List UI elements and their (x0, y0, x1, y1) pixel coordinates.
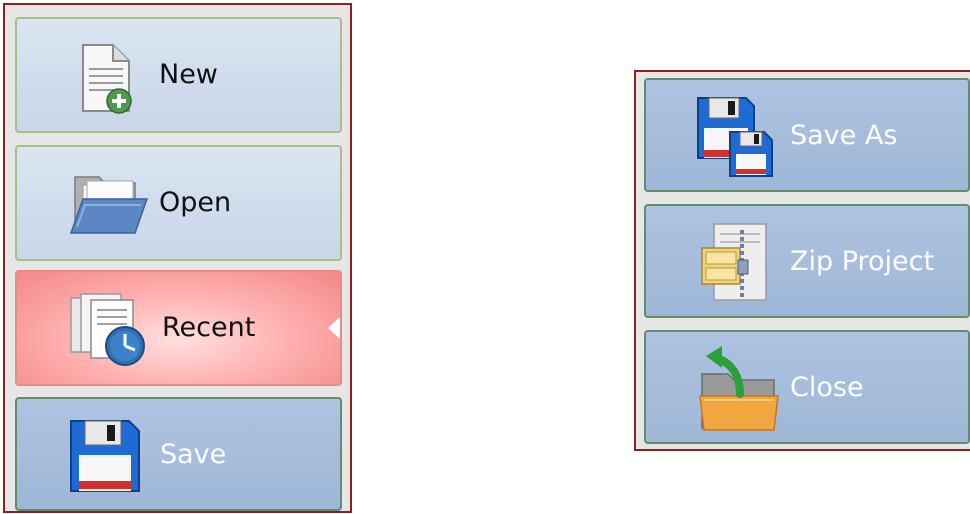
file-menu-left-panel: New Open Recent Save (3, 3, 352, 513)
open-folder-icon (69, 167, 151, 247)
selection-pointer (328, 317, 340, 339)
close-folder-icon (696, 344, 780, 436)
close-label: Close (790, 372, 864, 403)
zip-project-label: Zip Project (790, 246, 935, 277)
close-button[interactable]: Close (644, 330, 970, 444)
save-button[interactable]: Save (15, 397, 342, 511)
open-label: Open (159, 187, 232, 218)
recent-label: Recent (162, 312, 256, 343)
new-button[interactable]: New (15, 17, 342, 133)
save-as-icon (694, 94, 778, 182)
zip-project-button[interactable]: Zip Project (644, 204, 970, 318)
new-document-icon (77, 41, 139, 119)
open-button[interactable]: Open (15, 145, 342, 261)
save-label: Save (160, 439, 227, 470)
recent-documents-icon (67, 290, 151, 374)
zip-archive-icon (698, 220, 772, 308)
file-menu-right-panel: Save As Zip Project Close (634, 70, 970, 451)
new-label: New (159, 59, 218, 90)
save-as-button[interactable]: Save As (644, 78, 970, 192)
save-as-label: Save As (790, 120, 898, 151)
recent-button[interactable]: Recent (15, 270, 342, 386)
floppy-disk-icon (67, 417, 143, 499)
